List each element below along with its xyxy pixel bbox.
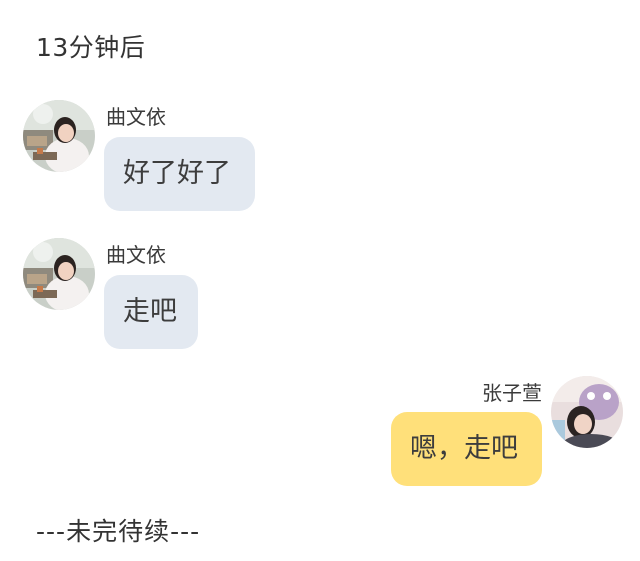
sender-avatar[interactable] xyxy=(23,238,95,310)
avatar-photo-icon xyxy=(23,100,95,172)
sender-name: 曲文依 xyxy=(106,105,166,129)
message-bubble[interactable]: 嗯，走吧 xyxy=(391,412,542,486)
sender-avatar[interactable] xyxy=(551,376,623,448)
sender-name: 张子萱 xyxy=(482,381,542,405)
avatar-photo-icon xyxy=(23,238,95,310)
avatar-photo-icon xyxy=(551,376,623,448)
sender-avatar[interactable] xyxy=(23,100,95,172)
time-divider: 13分钟后 xyxy=(36,33,146,62)
message-bubble[interactable]: 走吧 xyxy=(104,275,198,349)
message-bubble[interactable]: 好了好了 xyxy=(104,137,255,211)
sender-name: 曲文依 xyxy=(106,243,166,267)
to-be-continued-text: ---未完待续--- xyxy=(36,517,201,546)
